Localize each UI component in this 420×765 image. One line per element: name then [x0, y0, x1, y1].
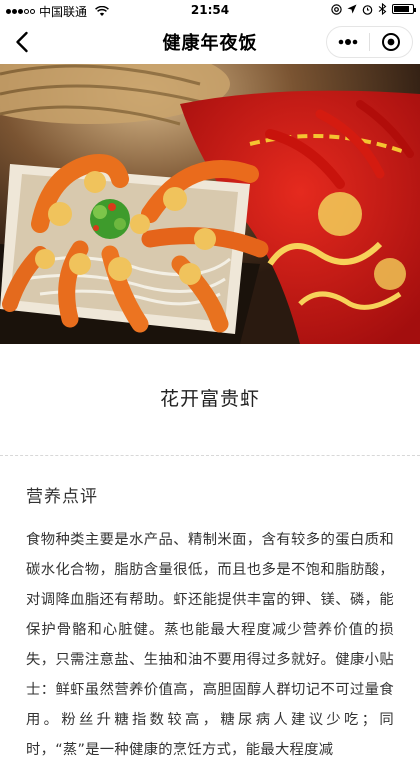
capsule-close-button[interactable]	[370, 27, 412, 57]
capsule-close-icon	[382, 33, 400, 51]
bluetooth-icon	[378, 3, 387, 15]
location-arrow-icon	[347, 4, 357, 14]
dish-photo	[0, 64, 420, 344]
more-button[interactable]	[327, 27, 369, 57]
nutrition-heading: 营养点评	[26, 487, 98, 507]
status-bar: 中国联通 21:54	[0, 0, 420, 20]
battery-icon	[392, 4, 416, 14]
status-right	[331, 3, 416, 15]
dish-name: 花开富贵虾	[159, 388, 260, 410]
more-dots-icon	[338, 39, 358, 45]
navigation-bar: 健康年夜饭	[0, 20, 420, 64]
back-button[interactable]	[8, 28, 36, 56]
page-title: 健康年夜饭	[162, 33, 258, 54]
miniprogram-capsule	[326, 26, 413, 58]
nutrition-text: 食物种类主要是水产品、精制米面，含有较多的蛋白质和碳水化合物，脂肪含量很低，而且…	[26, 532, 394, 758]
plate	[0, 154, 269, 334]
steamed-shrimp-photo	[0, 64, 420, 344]
chevron-left-icon	[16, 31, 28, 53]
at-icon	[331, 3, 342, 15]
green-onion-garnish	[90, 199, 130, 239]
alarm-clock-icon	[362, 4, 373, 15]
